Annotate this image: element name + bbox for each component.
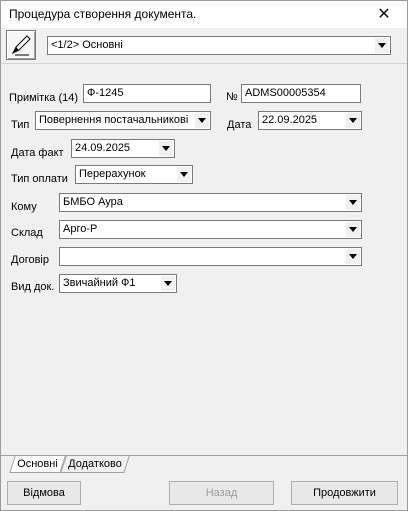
- doc-kind-label: Вид док.: [11, 281, 55, 293]
- cancel-button[interactable]: Відмова: [7, 481, 81, 505]
- actual-date-picker[interactable]: 24.09.2025: [71, 139, 175, 158]
- number-label: №: [226, 91, 238, 103]
- number-input[interactable]: ADMS00005354: [241, 84, 361, 103]
- doc-kind-select[interactable]: Звичайний Ф1: [59, 274, 177, 293]
- dialog-window: Процедура створення документа. ✕ <1/2> О…: [0, 0, 408, 511]
- warehouse-value: Арго-Р: [63, 223, 98, 235]
- type-select[interactable]: Повернення постачальникові: [35, 111, 211, 130]
- tab-additional[interactable]: Додатково: [60, 456, 130, 473]
- date-picker[interactable]: 22.09.2025: [258, 111, 362, 130]
- tab-additional-label: Додатково: [68, 458, 122, 470]
- chevron-down-icon[interactable]: [195, 113, 209, 128]
- contract-label: Договір: [11, 254, 49, 266]
- chevron-down-icon[interactable]: [346, 222, 360, 237]
- chevron-down-icon[interactable]: [375, 38, 389, 53]
- wizard-header: <1/2> Основні: [1, 28, 407, 64]
- recipient-label: Кому: [11, 201, 37, 213]
- window-title: Процедура створення документа.: [9, 7, 197, 21]
- chevron-down-icon[interactable]: [346, 249, 360, 264]
- chevron-down-icon[interactable]: [161, 276, 175, 291]
- number-value: ADMS00005354: [245, 87, 326, 99]
- wizard-step-value: <1/2> Основні: [51, 39, 123, 51]
- warehouse-label: Склад: [11, 227, 43, 239]
- title-bar: Процедура створення документа. ✕: [1, 1, 407, 28]
- chevron-down-icon[interactable]: [346, 195, 360, 210]
- note-value: Ф-1245: [87, 87, 124, 99]
- tab-main[interactable]: Основні: [9, 456, 66, 473]
- contract-select[interactable]: [59, 247, 362, 266]
- warehouse-select[interactable]: Арго-Р: [59, 220, 362, 239]
- next-button[interactable]: Продовжити: [291, 481, 398, 505]
- close-icon[interactable]: ✕: [361, 1, 407, 28]
- tab-main-label: Основні: [17, 458, 58, 470]
- payment-type-label: Тип оплати: [11, 173, 68, 185]
- payment-type-select[interactable]: Перерахунок: [75, 165, 193, 184]
- date-value: 22.09.2025: [262, 114, 318, 126]
- document-edit-icon: [6, 30, 36, 60]
- chevron-down-icon[interactable]: [346, 113, 360, 128]
- type-label: Тип: [11, 119, 30, 131]
- note-label: Примітка (14): [9, 92, 79, 104]
- note-input[interactable]: Ф-1245: [83, 84, 211, 103]
- chevron-down-icon[interactable]: [159, 141, 173, 156]
- chevron-down-icon[interactable]: [177, 167, 191, 182]
- date-label: Дата: [227, 119, 252, 131]
- back-button[interactable]: Назад: [169, 481, 274, 505]
- wizard-step-select[interactable]: <1/2> Основні: [47, 36, 391, 55]
- tab-bar: Основні Додатково: [1, 455, 407, 473]
- recipient-select[interactable]: БМБО Аура: [59, 193, 362, 212]
- recipient-value: БМБО Аура: [63, 196, 123, 208]
- actual-date-label: Дата факт: [11, 147, 64, 159]
- doc-kind-value: Звичайний Ф1: [63, 277, 136, 289]
- actual-date-value: 24.09.2025: [75, 142, 131, 154]
- payment-type-value: Перерахунок: [79, 168, 146, 180]
- type-value: Повернення постачальникові: [39, 114, 189, 126]
